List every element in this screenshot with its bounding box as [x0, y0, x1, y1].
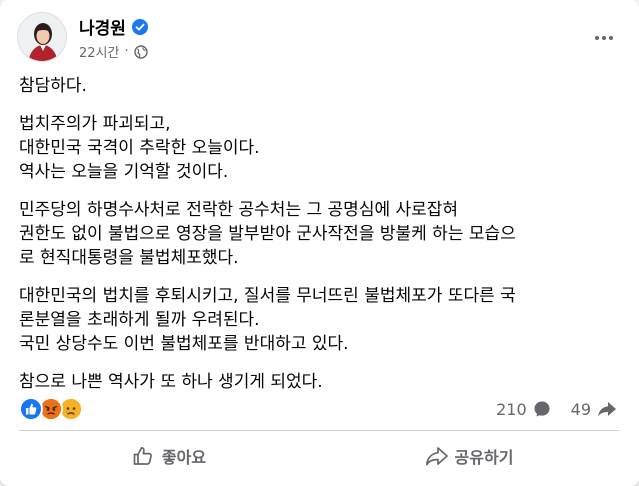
globe-icon[interactable] — [133, 44, 148, 59]
post-paragraph: 법치주의가 파괴되고, 대한민국 국격이 추락한 오늘이다. 역사는 오늘을 기억할… — [19, 112, 619, 184]
reaction-summary[interactable] — [19, 397, 89, 421]
share-count-value: 49 — [570, 399, 591, 419]
author-name[interactable]: 나경원 — [79, 14, 126, 39]
post-paragraph: 민주당의 하명수사처로 전락한 공수처는 그 공명심에 사로잡혀권한도 없이 불… — [19, 198, 619, 270]
more-dot-icon — [602, 36, 606, 40]
like-button[interactable]: 좋아요 — [19, 434, 319, 478]
like-reaction-icon — [19, 397, 43, 421]
post-body: 참담하다. 법치주의가 파괴되고, 대한민국 국격이 추락한 오늘이다. 역사는 오늘… — [19, 74, 619, 408]
post-text-line: 로 현직대통령을 불법체포했다. — [19, 248, 239, 268]
reactions-row: 210 49 — [19, 396, 619, 422]
share-icon — [425, 445, 448, 467]
post-text-line: 론분열을 초래하게 될까 우려된다. — [19, 310, 260, 330]
post-text-line: 민주당의 하명수사처로 전락한 공수처는 그 공명심에 사로잡혀 — [19, 200, 459, 220]
post-text-line: 역사는 오늘을 기억할 것이다. — [19, 162, 229, 182]
thumbs-up-icon — [132, 445, 154, 467]
more-options-button[interactable] — [588, 26, 620, 50]
like-button-label: 좋아요 — [161, 448, 207, 467]
comment-count[interactable]: 210 — [496, 400, 551, 419]
engagement-counts: 210 49 — [476, 396, 616, 422]
post-paragraph: 대한민국의 법치를 후퇴시키고, 질서를 무너뜨린 불법체포가 또다른 국론분열… — [19, 284, 619, 356]
post-timestamp[interactable]: 22시간 — [79, 42, 119, 61]
author-line: 나경원 — [79, 14, 148, 39]
action-bar: 좋아요 공유하기 — [19, 434, 619, 478]
post-text-line: 대한민국의 법치를 후퇴시키고, 질서를 무너뜨린 불법체포가 또다른 국 — [19, 286, 516, 306]
actions-divider — [19, 430, 619, 431]
more-dot-icon — [609, 36, 613, 40]
post-text-line: 참으로 나쁜 역사가 또 하나 생기게 되었다. — [19, 372, 323, 392]
comment-bubble-icon — [533, 400, 551, 418]
post-header: 나경원 22시간 · — [17, 12, 622, 64]
post-paragraph: 참으로 나쁜 역사가 또 하나 생기게 되었다. — [19, 370, 619, 394]
post-text-line: 국민 상당수도 이번 불법체포를 반대하고 있다. — [19, 334, 349, 354]
share-button[interactable]: 공유하기 — [319, 434, 619, 478]
share-count[interactable]: 49 — [570, 399, 616, 419]
verified-badge-icon — [131, 18, 148, 35]
share-arrow-icon — [597, 400, 616, 418]
post-text-line: 법치주의가 파괴되고, — [19, 114, 171, 134]
comment-count-value: 210 — [496, 399, 527, 419]
post-text-line: 대한민국 국격이 추락한 오늘이다. — [19, 138, 260, 158]
post-card: 나경원 22시간 · 참담하다. 법치주의가 파괴되고, 대한민국 국격이 추락… — [0, 0, 639, 486]
post-meta: 22시간 · — [79, 42, 148, 61]
share-button-label: 공유하기 — [454, 448, 514, 467]
more-dot-icon — [595, 36, 599, 40]
avatar[interactable] — [17, 12, 67, 62]
post-paragraph: 참담하다. — [19, 74, 619, 98]
post-text-line: 참담하다. — [19, 76, 87, 96]
post-text-line: 권한도 없이 불법으로 영장을 발부받아 군사작전을 방불케 하는 모습으 — [19, 224, 516, 244]
